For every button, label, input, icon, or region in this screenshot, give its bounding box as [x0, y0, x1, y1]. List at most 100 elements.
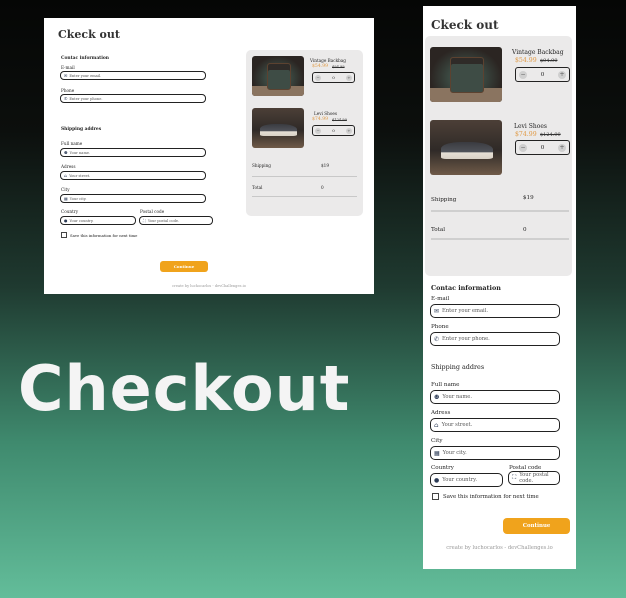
city-label: City [61, 187, 70, 192]
minus-button[interactable]: − [315, 74, 321, 81]
plus-button[interactable]: + [558, 70, 566, 79]
quantity-value: 0 [332, 75, 335, 80]
contact-heading: Contac information [61, 56, 109, 61]
postal-label: Postal code [140, 209, 165, 214]
postal-placeholder: Your postal code. [519, 472, 549, 484]
phone-placeholder: Enter your phone. [442, 336, 490, 342]
product-old-price: $124.99 [540, 132, 561, 138]
mailbox-icon: ⛶ [143, 218, 146, 223]
minus-button[interactable]: − [519, 70, 527, 79]
total-value: 0 [321, 185, 324, 190]
user-icon: ☻ [434, 393, 440, 401]
total-label: Total [252, 185, 263, 190]
checkbox-box[interactable] [61, 232, 67, 238]
product-old-price: $124.99 [332, 118, 347, 122]
continue-button[interactable]: Continue [503, 518, 570, 534]
shipping-value: $19 [523, 195, 534, 201]
product-price: $74.99 [515, 131, 537, 138]
save-info-checkbox[interactable]: Save this information for next time [432, 493, 539, 500]
globe-icon: ● [434, 476, 440, 484]
fullname-field[interactable]: ☻ Your name. [430, 390, 560, 404]
summary-divider [252, 176, 357, 177]
fullname-label: Full name [431, 382, 460, 388]
summary-divider [431, 210, 569, 212]
postal-field[interactable]: ⛶ Your postal code. [508, 471, 560, 485]
quantity-stepper[interactable]: − 0 + [515, 67, 570, 82]
mailbox-icon: ⛶ [512, 474, 517, 481]
phone-label: Phone [61, 88, 75, 93]
product-name: Levi Shoes [314, 111, 338, 116]
shoes-photo [252, 108, 304, 148]
fullname-label: Full name [61, 141, 83, 146]
fullname-field[interactable]: ☻ Your name. [60, 148, 206, 157]
save-info-checkbox[interactable]: Save this information for next time [61, 232, 137, 238]
plus-button[interactable]: + [558, 143, 566, 152]
address-placeholder: Your street. [441, 422, 473, 428]
phone-field[interactable]: ✆ Enter your phone. [60, 94, 206, 103]
continue-button[interactable]: Continue [160, 261, 208, 272]
page-title: Ckeck out [58, 28, 120, 41]
country-field[interactable]: ● Your country. [430, 473, 503, 487]
postal-placeholder: Your postal code. [147, 218, 180, 223]
city-field[interactable]: ▦ Your city. [430, 446, 560, 460]
address-field[interactable]: ⌂ Your street. [60, 171, 206, 180]
email-placeholder: Enter your email. [442, 308, 489, 314]
country-placeholder: Your country. [442, 477, 477, 483]
home-icon: ⌂ [64, 173, 68, 178]
product-price: $54.99 [312, 64, 329, 69]
globe-icon: ● [64, 218, 68, 223]
city-field[interactable]: ▦ Your city. [60, 194, 206, 203]
desktop-checkout-preview: Ckeck out Contac information E-mail ✉ En… [44, 18, 374, 294]
address-field[interactable]: ⌂ Your street. [430, 418, 560, 432]
quantity-stepper[interactable]: − 0 + [515, 140, 570, 155]
email-field[interactable]: ✉ Enter your email. [60, 71, 206, 80]
product-old-price: $94.99 [332, 65, 345, 69]
shipping-heading: Shipping addres [431, 363, 485, 371]
city-icon: ▦ [434, 449, 440, 457]
shipping-label: Shipping [431, 197, 457, 203]
city-placeholder: Your city. [69, 196, 87, 201]
city-label: City [431, 438, 443, 444]
phone-icon: ✆ [434, 335, 440, 343]
email-label: E-mail [61, 65, 75, 70]
city-icon: ▦ [64, 196, 68, 201]
minus-button[interactable]: − [315, 127, 321, 134]
quantity-stepper[interactable]: − 0 + [312, 125, 355, 136]
fullname-placeholder: Your name. [442, 394, 473, 400]
plus-button[interactable]: + [345, 127, 352, 134]
quantity-value: 0 [332, 128, 335, 133]
checkbox-box[interactable] [432, 493, 439, 500]
credit-text: create by luchocarlos - devChallenges.io [172, 284, 246, 288]
product-old-price: $94.99 [540, 58, 558, 64]
address-label: Adress [61, 164, 76, 169]
page-title: Ckeck out [431, 18, 499, 32]
country-label: Country [61, 209, 79, 214]
country-label: Country [431, 465, 454, 471]
shipping-value: $19 [321, 163, 329, 168]
country-placeholder: Your country. [69, 218, 94, 223]
address-label: Adress [431, 410, 451, 416]
summary-divider [431, 238, 569, 240]
quantity-stepper[interactable]: − 0 + [312, 72, 355, 83]
summary-divider [252, 196, 357, 197]
plus-button[interactable]: + [345, 74, 352, 81]
save-info-label: Save this information for next time [443, 493, 539, 500]
product-price: $54.99 [515, 57, 537, 64]
quantity-value: 0 [540, 144, 545, 151]
country-field[interactable]: ● Your country. [60, 216, 136, 225]
save-info-label: Save this information for next time [70, 232, 138, 238]
phone-field[interactable]: ✆ Enter your phone. [430, 332, 560, 346]
quantity-value: 0 [540, 71, 545, 78]
total-label: Total [431, 227, 446, 233]
hero-title: Checkout [18, 352, 351, 425]
fullname-placeholder: Your name. [69, 150, 91, 155]
email-field[interactable]: ✉ Enter your email. [430, 304, 560, 318]
product-price: $74.99 [312, 117, 329, 122]
shipping-label: Shipping [252, 163, 271, 168]
postal-field[interactable]: ⛶ Your postal code. [139, 216, 213, 225]
email-label: E-mail [431, 296, 450, 302]
order-summary-panel: Vintage Backbag $54.99 $94.99 − 0 + Levi… [246, 50, 363, 216]
backpack-photo [430, 47, 502, 102]
mail-icon: ✉ [64, 73, 68, 78]
minus-button[interactable]: − [519, 143, 527, 152]
